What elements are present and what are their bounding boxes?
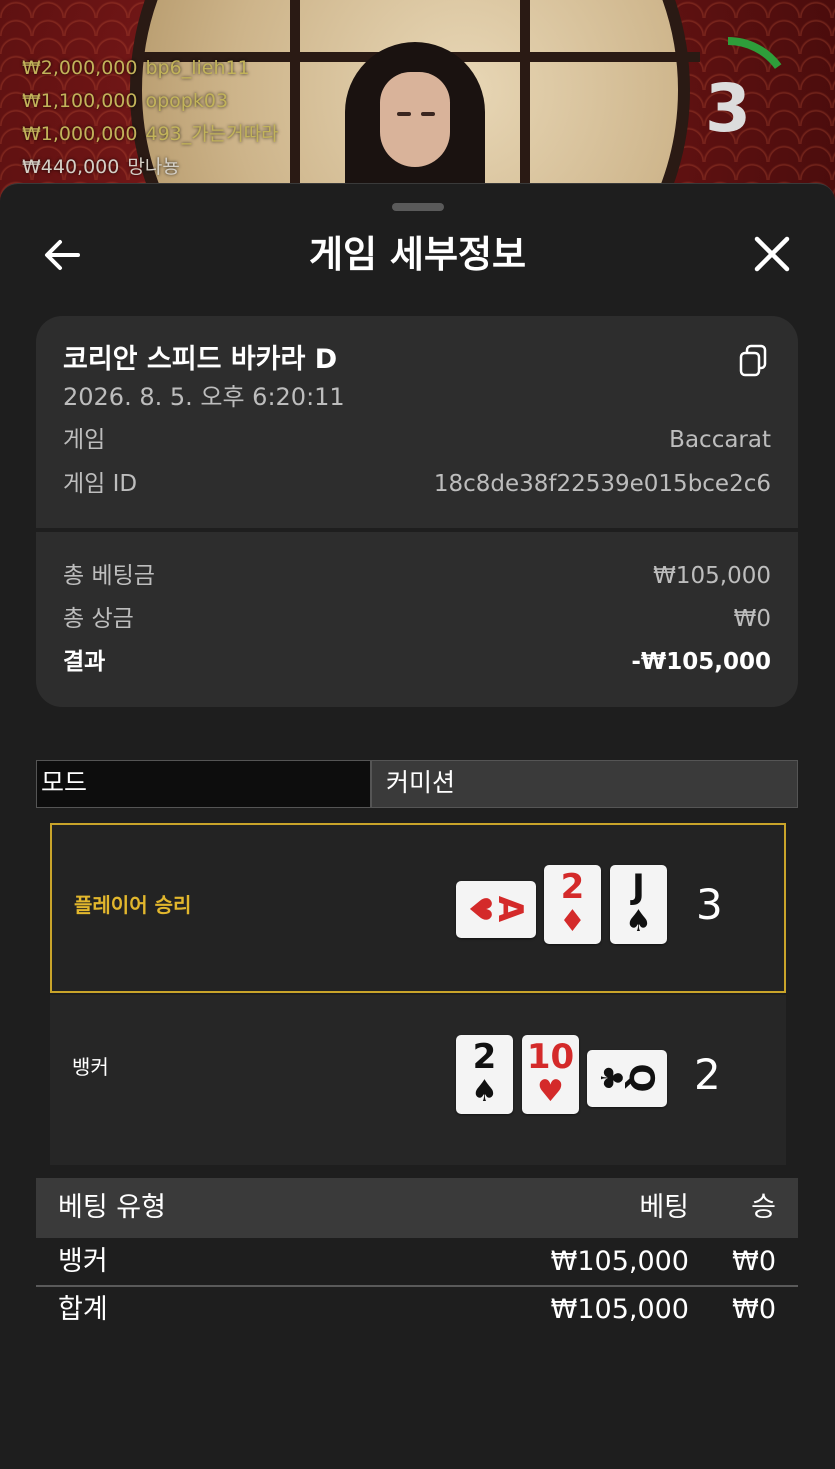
spade-icon: ♠ xyxy=(471,1074,498,1109)
banker-label: 뱅커 xyxy=(72,1055,109,1079)
copy-icon xyxy=(739,344,767,377)
diamond-icon: ♦ xyxy=(559,904,586,939)
heart-icon: ♥ xyxy=(537,1074,564,1109)
winners-leaderboard: ₩2,000,000 bp6_lieh11 ₩1,100,000 opopk03 ₩… xyxy=(22,52,279,184)
timer-count: 3 xyxy=(705,70,751,147)
leaderboard-row: ₩1,100,000 opopk03 xyxy=(22,90,229,112)
heart-icon: ♥ xyxy=(462,895,497,923)
leaderboard-row: ₩2,000,000 bp6_lieh11 xyxy=(22,57,250,79)
copy-button[interactable] xyxy=(738,344,770,378)
bet-table-header: 베팅 유형 베팅 승 xyxy=(36,1178,798,1238)
live-video: ₩2,000,000 bp6_lieh11 ₩1,100,000 opopk03 ₩… xyxy=(0,0,835,200)
total-bet-row: 총 베팅금 ₩105,000 xyxy=(63,563,771,589)
player-result-panel: 플레이어 승리 A ♥ 2 ♦ J ♠ 3 xyxy=(50,823,786,993)
tab-mode[interactable]: 모드 xyxy=(37,761,370,807)
total-win-row: 총 상금 ₩0 xyxy=(63,606,771,632)
lattice-decor xyxy=(520,0,530,200)
playing-card: 2 ♦ xyxy=(544,865,601,944)
drag-handle[interactable] xyxy=(392,203,444,211)
player-label: 플레이어 승리 xyxy=(74,893,192,917)
game-datetime: 2026. 8. 5. 오후 6:20:11 xyxy=(63,383,345,411)
close-button[interactable] xyxy=(750,232,794,276)
game-title: 코리안 스피드 바카라 D xyxy=(63,344,338,375)
banker-score: 2 xyxy=(694,1050,721,1099)
table-row: 뱅커 ₩105,000 ₩0 xyxy=(58,1246,776,1277)
game-type-row: 게임 Baccarat xyxy=(63,427,771,453)
playing-card: J ♠ xyxy=(610,865,667,944)
game-summary-card: 코리안 스피드 바카라 D 2026. 8. 5. 오후 6:20:11 게임 B… xyxy=(36,316,798,707)
playing-card: Q ♣ xyxy=(587,1050,667,1107)
club-icon: ♣ xyxy=(593,1064,628,1092)
lattice-decor xyxy=(290,0,300,200)
dealer xyxy=(345,42,485,200)
spade-icon: ♠ xyxy=(625,904,652,939)
game-id-row: 게임 ID 18c8de38f22539e015bce2c6 xyxy=(63,471,771,497)
player-score: 3 xyxy=(696,880,723,929)
banker-result-panel: 뱅커 2 ♠ 10 ♥ Q ♣ 2 xyxy=(50,995,786,1165)
close-icon xyxy=(754,236,790,272)
mode-tabs: 모드 커미션 xyxy=(36,760,798,808)
game-details-sheet: 게임 세부정보 코리안 스피드 바카라 D 2026. 8. 5. 오후 6:2… xyxy=(0,183,835,1469)
betting-timer: 3 xyxy=(690,30,790,147)
playing-card: 2 ♠ xyxy=(456,1035,513,1114)
divider xyxy=(36,528,798,532)
leaderboard-row: ₩1,000,000 493_가는거따라 xyxy=(22,123,279,145)
table-row-total: 합계 ₩105,000 ₩0 xyxy=(58,1294,776,1325)
page-title: 게임 세부정보 xyxy=(308,233,527,276)
leaderboard-row: ₩440,000 망나뇽 xyxy=(22,156,180,178)
tab-commission[interactable]: 커미션 xyxy=(370,761,797,807)
playing-card: A ♥ xyxy=(456,881,536,938)
result-row: 결과 -₩105,000 xyxy=(63,649,771,675)
playing-card: 10 ♥ xyxy=(522,1035,579,1114)
